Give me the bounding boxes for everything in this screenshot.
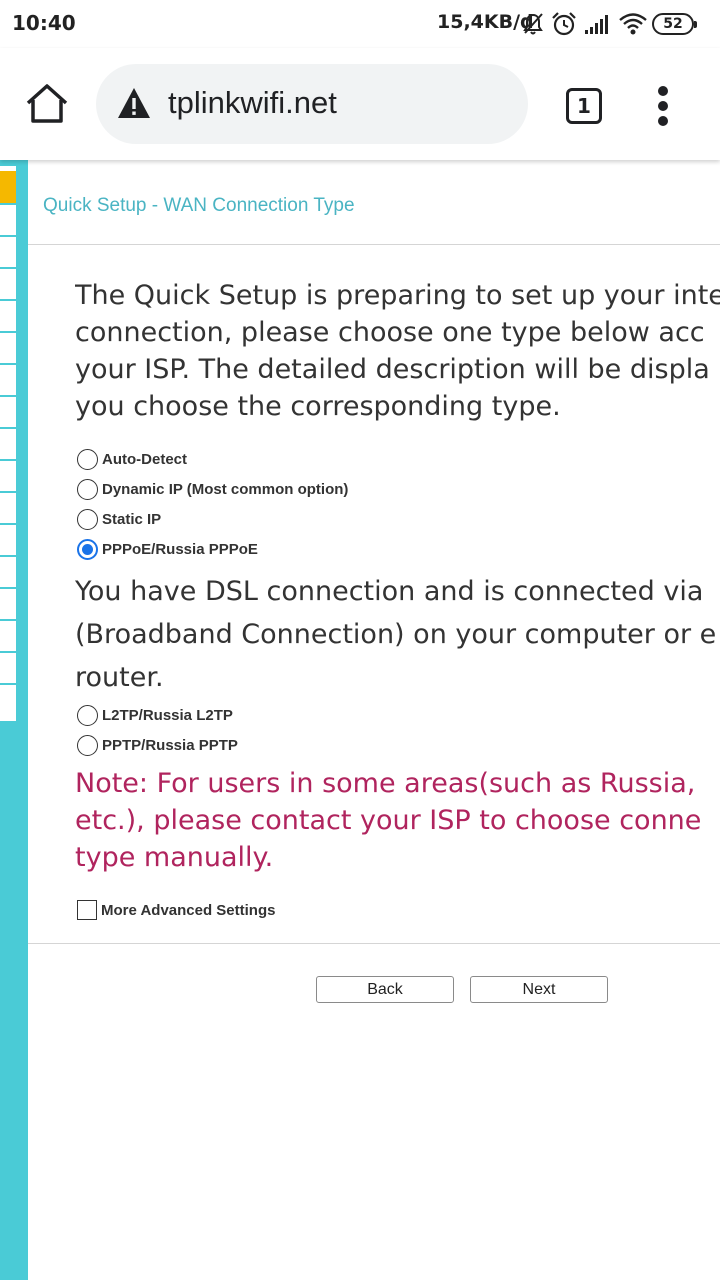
- nav-item[interactable]: [0, 651, 16, 653]
- address-bar[interactable]: tplinkwifi.net: [96, 64, 528, 144]
- status-icons: 52: [522, 10, 697, 38]
- radio-button-checked[interactable]: [77, 538, 98, 560]
- radio-button[interactable]: [77, 704, 98, 726]
- radio-button[interactable]: [77, 478, 98, 500]
- nav-item[interactable]: [0, 555, 16, 557]
- option-l2tp[interactable]: L2TP/Russia L2TP: [77, 704, 233, 726]
- nav-item[interactable]: [0, 331, 16, 333]
- nav-item[interactable]: [0, 299, 16, 301]
- url-text[interactable]: tplinkwifi.net: [168, 85, 337, 121]
- nav-item[interactable]: [0, 363, 16, 365]
- next-button[interactable]: Next: [470, 976, 608, 1003]
- nav-item[interactable]: [0, 267, 16, 269]
- status-time: 10:40: [12, 11, 76, 35]
- battery-icon: 52: [652, 13, 697, 35]
- divider: [28, 943, 720, 944]
- home-icon[interactable]: [24, 81, 70, 127]
- intro-line: The Quick Setup is preparing to set up y…: [75, 280, 720, 311]
- advanced-settings-label[interactable]: More Advanced Settings: [101, 902, 275, 919]
- signal-icon: [585, 15, 608, 34]
- description-line: You have DSL connection and is connected…: [75, 576, 704, 607]
- advanced-settings-checkbox[interactable]: [77, 900, 97, 920]
- left-nav-menu: [0, 166, 16, 721]
- advanced-settings-option[interactable]: More Advanced Settings: [77, 899, 275, 921]
- option-static-ip[interactable]: Static IP: [77, 508, 161, 530]
- pppoe-description: You have DSL connection and is connected…: [75, 570, 720, 699]
- nav-item[interactable]: [0, 203, 16, 205]
- isp-note: Note: For users in some areas(such as Ru…: [75, 765, 720, 876]
- status-bar: 10:40 15,4KB/d 52: [0, 0, 720, 48]
- option-label[interactable]: Auto-Detect: [102, 451, 187, 468]
- nav-item[interactable]: [0, 491, 16, 493]
- nav-item[interactable]: [0, 683, 16, 685]
- option-label[interactable]: PPPoE/Russia PPPoE: [102, 541, 258, 558]
- nav-item[interactable]: [0, 459, 16, 461]
- intro-text: The Quick Setup is preparing to set up y…: [75, 277, 720, 425]
- warning-icon[interactable]: [116, 86, 152, 120]
- option-dynamic-ip[interactable]: Dynamic IP (Most common option): [77, 478, 348, 500]
- nav-item[interactable]: [0, 523, 16, 525]
- intro-line: connection, please choose one type below…: [75, 317, 705, 348]
- page-title: Quick Setup - WAN Connection Type: [43, 195, 355, 216]
- option-label[interactable]: Dynamic IP (Most common option): [102, 481, 348, 498]
- wifi-icon: [619, 13, 647, 35]
- option-label[interactable]: Static IP: [102, 511, 161, 528]
- intro-line: your ISP. The detailed description will …: [75, 354, 710, 385]
- intro-line: you choose the corresponding type.: [75, 391, 561, 422]
- option-pppoe[interactable]: PPPoE/Russia PPPoE: [77, 538, 258, 560]
- tab-switcher-button[interactable]: 1: [566, 88, 602, 124]
- nav-item[interactable]: [0, 587, 16, 589]
- nav-item[interactable]: [0, 235, 16, 237]
- note-line: type manually.: [75, 842, 274, 873]
- description-line: router.: [75, 662, 164, 693]
- description-line: (Broadband Connection) on your computer …: [75, 619, 717, 650]
- more-vert-icon[interactable]: [652, 86, 676, 126]
- browser-toolbar: tplinkwifi.net 1: [0, 48, 720, 160]
- note-line: etc.), please contact your ISP to choose…: [75, 805, 702, 836]
- divider: [28, 244, 720, 245]
- option-pptp[interactable]: PPTP/Russia PPTP: [77, 734, 238, 756]
- tab-count: 1: [577, 94, 591, 118]
- radio-button[interactable]: [77, 508, 98, 530]
- option-label[interactable]: L2TP/Russia L2TP: [102, 707, 233, 724]
- option-label[interactable]: PPTP/Russia PPTP: [102, 737, 238, 754]
- nav-item[interactable]: [0, 395, 16, 397]
- network-speed: 15,4KB/d: [437, 11, 534, 33]
- mute-icon: [523, 13, 543, 35]
- radio-button[interactable]: [77, 448, 98, 470]
- note-line: Note: For users in some areas(such as Ru…: [75, 768, 696, 799]
- radio-button[interactable]: [77, 734, 98, 756]
- back-button[interactable]: Back: [316, 976, 454, 1003]
- option-auto-detect[interactable]: Auto-Detect: [77, 448, 187, 470]
- nav-item[interactable]: [0, 619, 16, 621]
- alarm-icon: [552, 12, 576, 36]
- nav-item[interactable]: [0, 427, 16, 429]
- battery-level: 52: [663, 16, 683, 32]
- nav-item-active[interactable]: [0, 171, 16, 204]
